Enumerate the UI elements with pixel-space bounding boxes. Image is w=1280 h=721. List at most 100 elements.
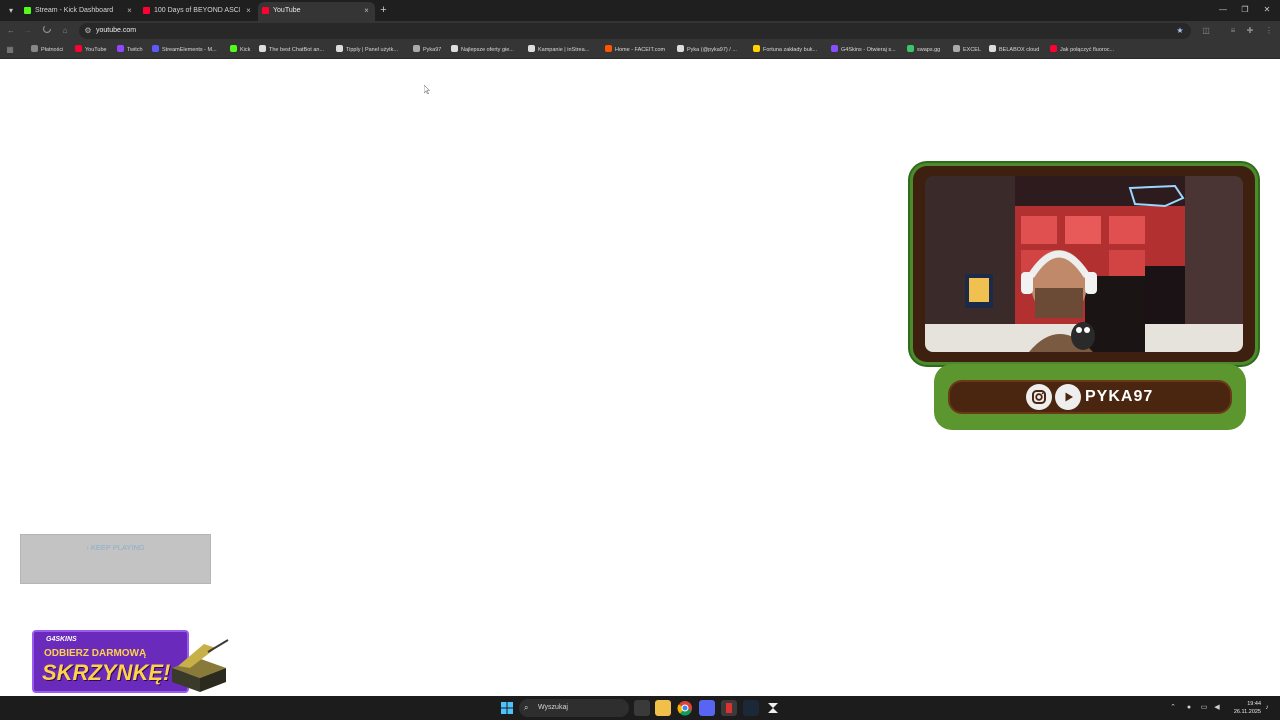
tab-100-days-video[interactable]: 100 Days of BEYOND ASCENSION × xyxy=(139,2,257,21)
tab-close-icon[interactable]: × xyxy=(244,2,253,19)
clock-time: 19:44 xyxy=(1247,701,1261,707)
bookmark-label: Tipply | Panel użytk... xyxy=(346,47,398,53)
twitch-icon xyxy=(117,45,124,52)
instream-icon xyxy=(528,45,535,52)
discord-icon[interactable] xyxy=(699,700,715,716)
folder-icon xyxy=(953,45,960,52)
apps-grid-icon[interactable]: ▦ xyxy=(3,43,17,57)
bookmark-item[interactable]: Tipply | Panel użytk... xyxy=(336,44,398,56)
bookmark-label: Kampanie | inStrea... xyxy=(538,47,590,53)
steam-icon[interactable] xyxy=(743,700,759,716)
clock-date: 26.11.2025 xyxy=(1233,709,1261,715)
bookmark-item[interactable]: Pyka (@pyka97) / ... xyxy=(677,44,737,56)
youtube-icon xyxy=(75,45,82,52)
bookmark-label: Kick xyxy=(240,47,251,53)
youtube-icon xyxy=(1050,45,1057,52)
bookmark-item[interactable]: Płatności xyxy=(31,44,63,56)
search-icon: ⌕ xyxy=(524,703,529,712)
bookmark-item[interactable]: swaps.gg xyxy=(907,44,940,56)
tab-kick-dashboard[interactable]: Stream - Kick Dashboard × xyxy=(20,2,138,21)
webcam-video xyxy=(925,176,1243,352)
faceit-icon xyxy=(605,45,612,52)
tab-youtube[interactable]: YouTube × xyxy=(258,2,375,21)
offers-icon xyxy=(451,45,458,52)
chatbot-icon xyxy=(259,45,266,52)
taskbar-clock[interactable]: 19:44 26.11.2025 xyxy=(1225,700,1261,716)
keep-playing-card[interactable] xyxy=(20,534,211,584)
tab-label: Stream - Kick Dashboard xyxy=(35,7,114,14)
youtube-favicon-icon xyxy=(143,7,150,14)
bookmark-label: Pyka (@pyka97) / ... xyxy=(687,47,737,53)
restore-window-icon[interactable]: ❐ xyxy=(1236,3,1254,17)
tab-label: 100 Days of BEYOND ASCENSION xyxy=(154,7,240,14)
bookmark-item[interactable]: Najlepsze oferty gie... xyxy=(451,44,514,56)
youtube-favicon-icon xyxy=(262,7,269,14)
promo-headline: ODBIERZ DARMOWĄ xyxy=(44,648,147,659)
bookmark-item[interactable]: Jak połączyć fluoroc... xyxy=(1050,44,1114,56)
home-icon[interactable]: ⌂ xyxy=(58,24,72,38)
taskbar-search[interactable] xyxy=(519,699,629,717)
task-view-icon[interactable] xyxy=(634,700,650,716)
tab-search-chevron-icon[interactable]: ▾ xyxy=(4,4,18,17)
browser-menu-icon[interactable]: ⋮ xyxy=(1262,24,1276,38)
bookmark-item[interactable]: Fortuna zakłady buk... xyxy=(753,44,817,56)
youtube-icon xyxy=(1055,384,1081,410)
forward-icon[interactable]: → xyxy=(21,24,35,38)
tab-close-icon[interactable]: × xyxy=(125,2,134,19)
kick-icon xyxy=(230,45,237,52)
bookmark-item[interactable]: Kampanie | inStrea... xyxy=(528,44,589,56)
bookmark-item[interactable]: Kick xyxy=(230,44,250,56)
bookmark-item[interactable]: Twitch xyxy=(117,44,143,56)
x-twitter-icon xyxy=(677,45,684,52)
extensions-puzzle-icon[interactable]: ✚ xyxy=(1243,24,1257,38)
webcam-scene xyxy=(925,176,1243,352)
bookmark-item[interactable]: The best ChatBot an... xyxy=(259,44,324,56)
tab-label: YouTube xyxy=(273,7,301,14)
close-window-icon[interactable]: ✕ xyxy=(1258,3,1276,17)
bookmark-star-icon[interactable]: ★ xyxy=(1173,24,1187,38)
bookmark-label: Płatności xyxy=(41,47,64,53)
extension-icon[interactable]: ◫ xyxy=(1199,24,1213,38)
network-icon[interactable]: ▭ xyxy=(1199,702,1209,714)
notifications-bell-icon[interactable]: ♪ xyxy=(1262,702,1272,714)
fortuna-icon xyxy=(753,45,760,52)
bookmark-item[interactable]: G4Skins - Otwieraj s... xyxy=(831,44,896,56)
keep-playing-link[interactable]: › KEEP PLAYING xyxy=(20,543,211,552)
swaps-icon xyxy=(907,45,914,52)
taskbar-search-placeholder[interactable]: Wyszukaj xyxy=(538,702,568,714)
bookmark-item[interactable]: Pyka97 xyxy=(413,44,441,56)
chrome-icon[interactable] xyxy=(677,700,693,716)
tray-overflow-chevron-icon[interactable]: ⌃ xyxy=(1168,702,1178,714)
bookmark-label: BELABOX cloud xyxy=(999,47,1040,53)
volume-icon[interactable]: ◀ xyxy=(1212,702,1222,714)
tab-close-icon[interactable]: × xyxy=(362,2,371,19)
bookmark-item[interactable]: EXCEL xyxy=(953,44,981,56)
file-explorer-icon[interactable] xyxy=(655,700,671,716)
windows-start-icon[interactable] xyxy=(499,700,515,716)
minimize-window-icon[interactable]: — xyxy=(1214,3,1232,17)
folder-icon xyxy=(31,45,38,52)
bookmark-item[interactable]: BELABOX cloud xyxy=(989,44,1039,56)
bookmark-item[interactable]: StreamElements - M... xyxy=(152,44,217,56)
new-tab-button[interactable]: + xyxy=(377,3,390,17)
app-icon[interactable] xyxy=(721,700,737,716)
site-info-icon[interactable]: ⚙ xyxy=(81,24,95,38)
microphone-icon[interactable]: ● xyxy=(1184,702,1194,714)
media-controls-icon[interactable]: ≡ xyxy=(1226,24,1240,38)
bookmark-label: Jak połączyć fluoroc... xyxy=(1060,47,1115,53)
address-text[interactable]: youtube.com xyxy=(96,25,136,37)
promo-callout: SKRZYNKĘ! xyxy=(42,660,171,685)
mouse-cursor-icon xyxy=(424,85,430,94)
bookmark-item[interactable]: YouTube xyxy=(75,44,107,56)
back-icon[interactable]: ← xyxy=(4,24,18,38)
bookmark-item[interactable]: Home - FACEIT.com xyxy=(605,44,665,56)
address-bar[interactable] xyxy=(79,23,1191,39)
bookmark-label: Fortuna zakłady buk... xyxy=(763,47,818,53)
promo-brand: G4SKINS xyxy=(46,636,77,643)
belabox-icon xyxy=(989,45,996,52)
tipply-icon xyxy=(336,45,343,52)
bookmark-label: Pyka97 xyxy=(423,47,442,53)
app-icon[interactable] xyxy=(765,700,781,716)
g4skins-icon xyxy=(831,45,838,52)
loading-spinner-icon[interactable] xyxy=(40,24,54,38)
